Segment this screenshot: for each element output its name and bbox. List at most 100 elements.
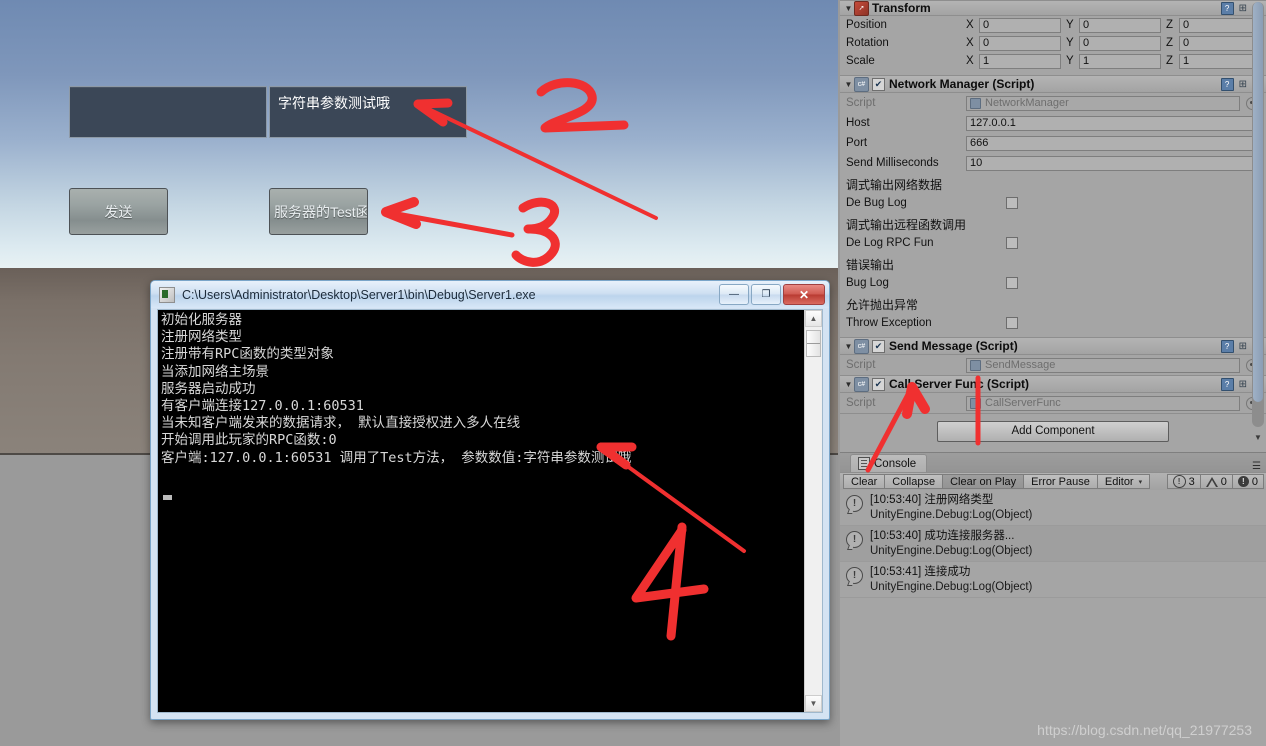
error-count-value: 0 (1251, 475, 1258, 488)
collapse-triangle-icon[interactable]: ▼ (843, 380, 854, 389)
server-test-func-button[interactable]: 服务器的Test函 (269, 188, 368, 235)
network-manager-rpc-log-row[interactable]: De Log RPC Fun (840, 233, 1266, 253)
help-icon[interactable]: ? (1220, 77, 1234, 91)
port-label: Port (846, 137, 868, 149)
position-z-field[interactable]: 0 (1179, 17, 1261, 33)
console-options-menu-icon[interactable]: ☰ (1252, 461, 1261, 472)
log-entry[interactable]: ! [10:53:41] 连接成功 UnityEngine.Debug:Log(… (840, 562, 1266, 598)
inspector-scrollbar[interactable]: ▼ (1252, 2, 1264, 442)
scale-z-field[interactable]: 1 (1179, 53, 1261, 69)
console-output-area[interactable]: 初始化服务器 注册网络类型 注册带有RPC函数的类型对象 当添加网络主场景 服务… (157, 309, 823, 713)
log-info-icon: ! (846, 495, 863, 512)
preset-icon[interactable]: ⊞ (1239, 79, 1247, 90)
network-manager-debug-log-row[interactable]: De Bug Log (840, 193, 1266, 213)
collapse-triangle-icon[interactable]: ▼ (843, 4, 854, 13)
network-manager-throw-exception-row[interactable]: Throw Exception (840, 313, 1266, 333)
rotation-z-field[interactable]: 0 (1179, 35, 1261, 51)
send-button[interactable]: 发送 (69, 188, 168, 235)
preset-icon[interactable]: ⊞ (1239, 3, 1247, 14)
axis-label-z: Z (1166, 19, 1174, 31)
server-console-window[interactable]: C:\Users\Administrator\Desktop\Server1\b… (150, 280, 830, 720)
network-manager-send-ms-row[interactable]: Send Milliseconds 10 (840, 153, 1266, 173)
minimize-button[interactable]: — (719, 284, 749, 305)
transform-row-rotation[interactable]: Rotation X 0 Y 0 Z 0 (840, 34, 1266, 52)
collapse-triangle-icon[interactable]: ▼ (843, 342, 854, 351)
send-milliseconds-field[interactable]: 10 (966, 155, 1260, 171)
inspector-scrollbar-thumb[interactable] (1253, 2, 1263, 402)
component-header-send-message[interactable]: ▼ c# ✔ Send Message (Script) ? ⊞ ⚙ (840, 337, 1266, 355)
component-header-network-manager[interactable]: ▼ c# ✔ Network Manager (Script) ? ⊞ ⚙ (840, 75, 1266, 93)
throw-exception-checkbox[interactable] (1006, 317, 1018, 329)
collapse-triangle-icon[interactable]: ▼ (843, 80, 854, 89)
bug-log-checkbox[interactable] (1006, 277, 1018, 289)
clear-button[interactable]: Clear (843, 474, 886, 489)
scroll-up-arrow-icon[interactable]: ▲ (805, 310, 822, 327)
editor-dropdown[interactable]: Editor (1096, 474, 1151, 489)
axis-label-x: X (966, 37, 974, 49)
position-y-field[interactable]: 0 (1079, 17, 1161, 33)
preset-icon[interactable]: ⊞ (1239, 379, 1247, 390)
position-x-field[interactable]: 0 (979, 17, 1061, 33)
transform-row-scale[interactable]: Scale X 1 Y 1 Z 1 (840, 52, 1266, 70)
send-message-enabled-checkbox[interactable]: ✔ (872, 339, 885, 353)
network-manager-host-row[interactable]: Host 127.0.0.1 (840, 113, 1266, 133)
de-log-rpc-fun-checkbox[interactable] (1006, 237, 1018, 249)
network-manager-port-row[interactable]: Port 666 (840, 133, 1266, 153)
network-manager-script-row: Script NetworkManager (840, 93, 1266, 113)
rotation-x-field[interactable]: 0 (979, 35, 1061, 51)
log-message: [10:53:40] 注册网络类型 (870, 494, 994, 506)
tab-console[interactable]: Console (850, 454, 928, 472)
log-entry[interactable]: ! [10:53:40] 成功连接服务器... UnityEngine.Debu… (840, 526, 1266, 562)
warning-count[interactable]: 0 (1199, 474, 1233, 489)
collapse-button[interactable]: Collapse (884, 474, 944, 489)
console-log-list[interactable]: ! [10:53:40] 注册网络类型 UnityEngine.Debug:Lo… (840, 490, 1266, 746)
log-entry[interactable]: ! [10:53:40] 注册网络类型 UnityEngine.Debug:Lo… (840, 490, 1266, 526)
log-stack: UnityEngine.Debug:Log(Object) (870, 581, 1033, 593)
preset-icon[interactable]: ⊞ (1239, 341, 1247, 352)
network-manager-bug-log-row[interactable]: Bug Log (840, 273, 1266, 293)
console-toolbar[interactable]: Clear Collapse Clear on Play Error Pause… (840, 472, 1266, 491)
csharp-script-icon: c# (854, 76, 869, 92)
scroll-down-arrow-icon[interactable]: ▼ (805, 695, 822, 712)
call-server-func-script-row: Script CallServerFunc (840, 393, 1266, 413)
scale-x-field[interactable]: 1 (979, 53, 1061, 69)
scale-y-field[interactable]: 1 (1079, 53, 1161, 69)
window-titlebar[interactable]: C:\Users\Administrator\Desktop\Server1\b… (151, 281, 829, 308)
component-header-transform[interactable]: ▼ ➚ Transform ? ⊞ ⚙ (840, 0, 1266, 16)
help-icon[interactable]: ? (1220, 377, 1234, 391)
message-input-right[interactable]: 字符串参数测试哦 (269, 86, 467, 138)
maximize-button[interactable]: ❐ (751, 284, 781, 305)
de-bug-log-label: De Bug Log (846, 197, 907, 209)
error-pause-button[interactable]: Error Pause (1023, 474, 1098, 489)
call-server-func-enabled-checkbox[interactable]: ✔ (872, 377, 885, 391)
host-label: Host (846, 117, 870, 129)
port-field[interactable]: 666 (966, 135, 1260, 151)
message-input-left[interactable] (69, 86, 267, 138)
help-icon[interactable]: ? (1220, 339, 1234, 353)
console-tab-icon (858, 457, 870, 470)
warning-count-value: 0 (1220, 475, 1227, 488)
console-scrollbar[interactable]: ▲ ▼ (804, 310, 822, 712)
info-icon: ! (1172, 475, 1186, 488)
console-cursor (163, 495, 172, 500)
scrollbar-thumb[interactable] (806, 330, 821, 357)
app-icon (159, 286, 175, 303)
inspector-scroll-down-icon[interactable]: ▼ (1253, 431, 1263, 443)
network-manager-enabled-checkbox[interactable]: ✔ (872, 77, 885, 91)
transform-row-position[interactable]: Position X 0 Y 0 Z 0 (840, 16, 1266, 34)
de-bug-log-checkbox[interactable] (1006, 197, 1018, 209)
console-tab-label: Console (874, 457, 917, 470)
log-message: [10:53:41] 连接成功 (870, 566, 971, 578)
close-button[interactable]: ✕ (783, 284, 825, 305)
info-count[interactable]: ! 3 (1166, 474, 1201, 489)
add-component-button[interactable]: Add Component (937, 420, 1169, 442)
help-icon[interactable]: ? (1220, 1, 1234, 15)
clear-on-play-button[interactable]: Clear on Play (942, 474, 1025, 489)
error-count[interactable]: ! 0 (1231, 474, 1264, 489)
host-field[interactable]: 127.0.0.1 (966, 115, 1260, 131)
rotation-y-field[interactable]: 0 (1079, 35, 1161, 51)
component-header-call-server-func[interactable]: ▼ c# ✔ Call Server Func (Script) ? ⊞ ⚙ (840, 375, 1266, 393)
transform-label-rotation: Rotation (846, 37, 889, 49)
unity-console-panel[interactable]: Console ☰ Clear Collapse Clear on Play E… (840, 452, 1266, 746)
watermark-text: https://blog.csdn.net/qq_21977253 (1037, 722, 1252, 738)
